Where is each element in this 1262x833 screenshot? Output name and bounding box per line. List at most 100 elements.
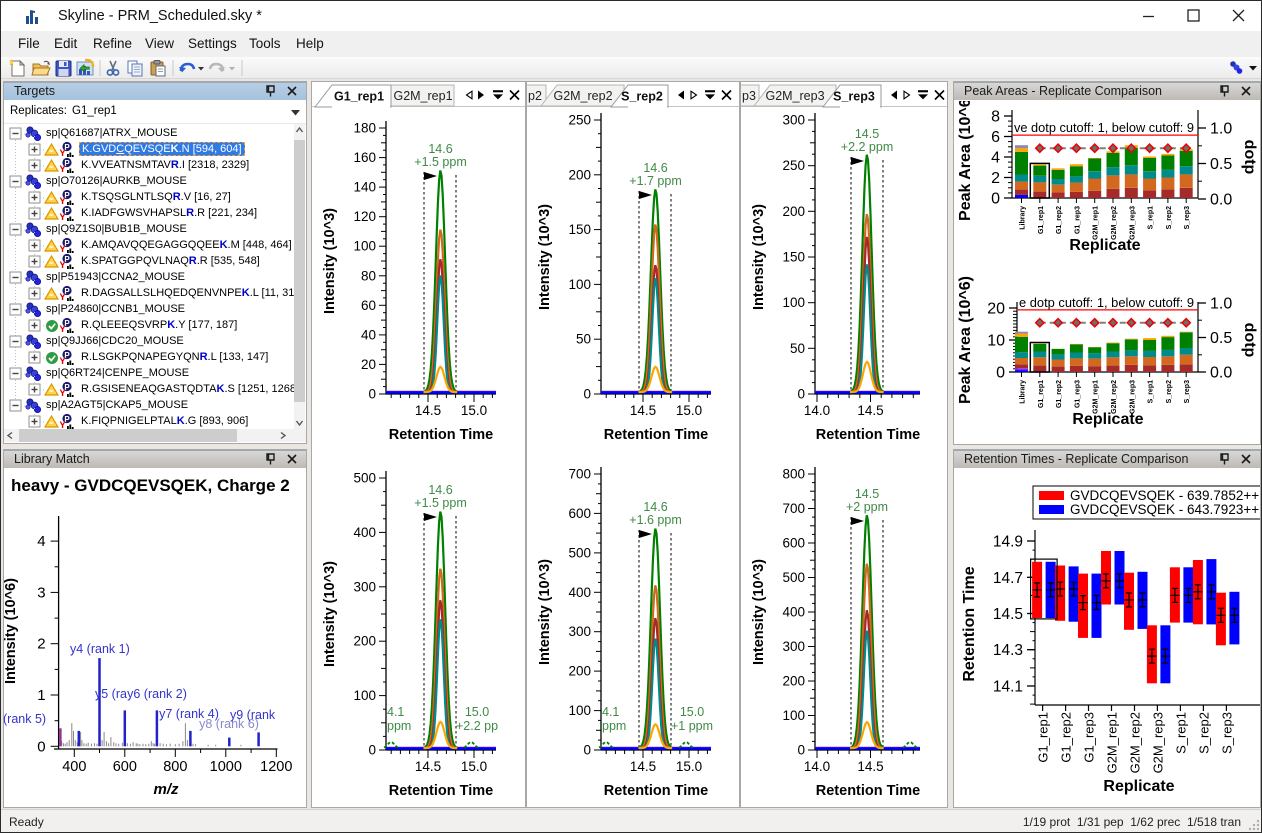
svg-text:10: 10 [987,333,1005,350]
svg-text:G1_rep2: G1_rep2 [1059,712,1074,763]
svg-text:S_rep3: S_rep3 [1184,206,1191,229]
svg-text:G2M_rep2: G2M_rep2 [1111,380,1118,414]
svg-text:G2M_rep3: G2M_rep3 [1129,206,1136,240]
svg-text:G2M_rep2: G2M_rep2 [553,89,612,103]
svg-text:Intensity (10^3): Intensity (10^3) [322,208,338,314]
svg-text:200: 200 [568,664,591,679]
svg-text:+1 ppm: +1 ppm [671,719,713,733]
svg-text:2: 2 [991,170,1000,187]
svg-text:Intensity (10^3): Intensity (10^3) [537,204,553,310]
svg-text:GVDCQEVSQEK - 639.7852++: GVDCQEVSQEK - 639.7852++ [1070,488,1259,503]
svg-text:8: 8 [991,109,1000,126]
svg-text:m/z: m/z [153,781,179,798]
svg-text:15.0: 15.0 [680,705,704,719]
svg-text:14.1: 14.1 [993,679,1023,696]
svg-text:14.6: 14.6 [428,142,452,156]
svg-text:500: 500 [353,471,376,486]
svg-text:14.7: 14.7 [993,570,1023,587]
svg-text:Intensity (10^6): Intensity (10^6) [3,578,19,684]
svg-text:G1_rep3: G1_rep3 [1082,712,1097,763]
svg-text:G1_rep1: G1_rep1 [1038,380,1045,408]
svg-text:4.1: 4.1 [602,705,619,719]
svg-text:+2.2 ppm: +2.2 ppm [841,140,893,154]
svg-text:4: 4 [991,150,1000,167]
svg-text:0: 0 [583,743,591,758]
svg-text:300: 300 [782,639,805,654]
svg-text:15.0: 15.0 [465,705,489,719]
svg-text:14.5: 14.5 [630,759,656,774]
svg-text:14.0: 14.0 [804,403,830,418]
svg-text:300: 300 [353,579,376,594]
svg-text:15.0: 15.0 [676,759,702,774]
svg-text:200: 200 [353,634,376,649]
svg-text:Y: Y [59,164,66,175]
svg-text:Retention Time: Retention Time [816,783,920,799]
svg-text:300: 300 [782,113,805,128]
svg-text:14.6: 14.6 [428,483,452,497]
svg-text:6: 6 [991,129,1000,146]
svg-text:Y: Y [59,196,66,207]
svg-text:20: 20 [361,357,376,372]
svg-text:1.0: 1.0 [1210,296,1232,313]
svg-text:600: 600 [113,759,137,775]
svg-text:Intensity (10^3): Intensity (10^3) [537,559,553,665]
svg-text:1.0: 1.0 [1210,121,1232,138]
svg-text:dotp: dotp [1241,140,1258,175]
svg-text:ve dotp cutoff: 1, below cutof: ve dotp cutoff: 1, below cutoff: 9 [1014,120,1194,135]
svg-text:Peak Area (10^6): Peak Area (10^6) [957,276,974,404]
svg-text:G2M_rep1: G2M_rep1 [1105,712,1120,773]
svg-text:100: 100 [782,708,805,723]
svg-text:14.0: 14.0 [804,759,830,774]
svg-text:G2M_rep1: G2M_rep1 [393,89,452,103]
svg-text:S_rep2: S_rep2 [621,90,663,104]
svg-text:(rank 5): (rank 5) [3,712,46,726]
svg-text:150: 150 [568,222,591,237]
svg-text:y4 (rank 1): y4 (rank 1) [70,642,130,656]
svg-text:y9 (rank: y9 (rank [230,708,276,722]
svg-text:180: 180 [353,121,376,136]
svg-text:300: 300 [568,624,591,639]
svg-text:G2M_rep1: G2M_rep1 [1093,206,1100,240]
svg-text:Y: Y [59,292,66,303]
svg-text:Y: Y [59,148,66,159]
svg-text:14.5: 14.5 [415,759,441,774]
svg-text:100: 100 [568,703,591,718]
svg-text:y5 (ra: y5 (ra [95,687,127,701]
svg-text:G1_rep3: G1_rep3 [1074,380,1081,408]
svg-text:G1_rep1: G1_rep1 [1036,712,1051,763]
svg-text:Retention Time: Retention Time [389,427,493,443]
svg-text:0: 0 [991,191,1000,208]
svg-text:15.0: 15.0 [676,403,702,418]
svg-text:+1.5 ppm: +1.5 ppm [414,155,466,169]
svg-text:0: 0 [583,387,591,402]
svg-text:0: 0 [37,738,45,755]
svg-text:p2: p2 [528,89,542,103]
svg-text:1000: 1000 [210,759,242,775]
svg-text:Retention Time: Retention Time [604,783,708,799]
svg-text:250: 250 [568,113,591,128]
svg-text:14.9: 14.9 [993,534,1023,551]
svg-text:0: 0 [797,743,805,758]
svg-text:Peak Area (10^6): Peak Area (10^6) [957,101,974,221]
svg-text:Y: Y [59,388,66,399]
svg-text:Retention Time: Retention Time [389,783,493,799]
svg-text:200: 200 [568,167,591,182]
svg-text:S_rep1: S_rep1 [1148,206,1155,229]
svg-text:Y: Y [59,244,66,255]
svg-text:200: 200 [782,204,805,219]
svg-text:500: 500 [568,545,591,560]
svg-text:Y: Y [59,356,66,367]
svg-text:G1_rep3: G1_rep3 [1074,206,1081,234]
svg-text:100: 100 [782,295,805,310]
svg-text:ppm: ppm [387,719,411,733]
svg-text:14.6: 14.6 [643,161,667,175]
svg-text:50: 50 [790,341,805,356]
svg-text:Intensity (10^3): Intensity (10^3) [322,561,338,667]
svg-text:+2.2 pp: +2.2 pp [456,719,498,733]
svg-text:0.5: 0.5 [1210,156,1232,173]
svg-text:Replicate: Replicate [1069,237,1140,254]
svg-text:14.5: 14.5 [630,403,656,418]
svg-text:p3: p3 [742,89,756,103]
svg-text:S_rep3: S_rep3 [1219,712,1234,754]
svg-text:40: 40 [361,327,376,342]
